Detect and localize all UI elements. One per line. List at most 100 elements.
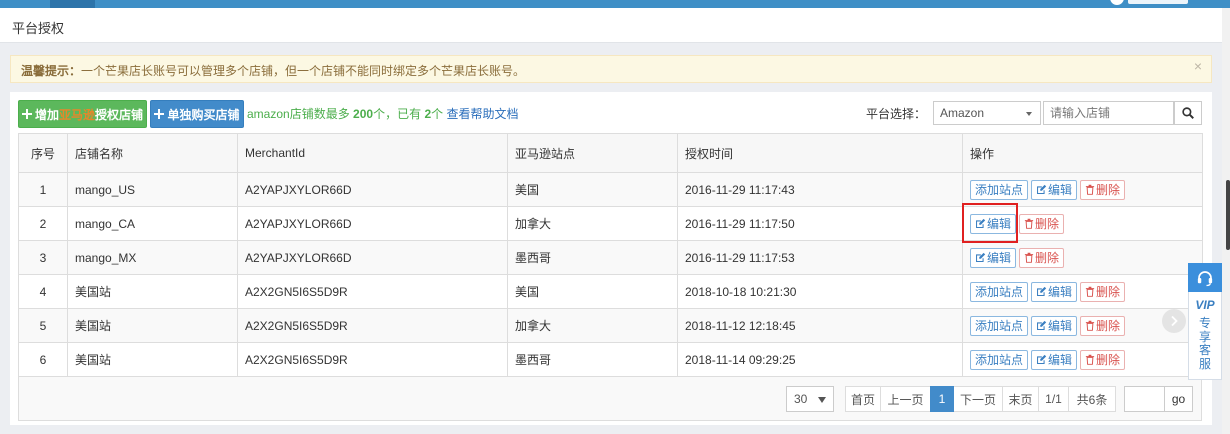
page-size-select[interactable]: 30 [786,386,834,412]
go-button[interactable]: go [1164,386,1193,412]
store-search-input[interactable] [1043,101,1174,125]
close-icon[interactable]: × [1194,58,1202,74]
first-page-button[interactable]: 首页 [845,386,881,412]
caret-down-icon [818,397,826,403]
cell-actions: 编辑 删除 [962,240,1203,275]
cell-store-name: mango_US [67,172,238,207]
platform-label: 平台选择： [866,107,927,121]
table-row: 6 美国站 A2X2GN5I6S5D9R 墨西哥 2018-11-14 09:2… [18,342,1203,377]
edit-button[interactable]: 编辑 [970,247,1017,268]
brand-logo-icon [1110,0,1124,5]
prev-page-button[interactable]: 上一页 [880,386,931,412]
cell-auth-time: 2016-11-29 11:17:50 [677,206,963,241]
page-1-button[interactable]: 1 [930,386,954,412]
cell-actions: 添加站点 编辑 删除 [962,342,1203,377]
help-doc-link[interactable]: 查看帮助文档 [446,107,518,121]
alert-label: 温馨提示： [21,64,82,78]
pagination: 首页 上一页 1 下一页 末页 1/1 共6条 [845,386,1116,412]
cell-actions: 编辑 删除 [962,206,1203,241]
cell-merchant-id: A2X2GN5I6S5D9R [237,274,508,309]
plus-icon [154,109,165,119]
cell-index: 3 [18,240,68,275]
page-title: 平台授权 [12,21,65,36]
trash-icon [1024,218,1034,229]
cell-site: 加拿大 [507,206,678,241]
delete-button[interactable]: 删除 [1080,179,1126,200]
cell-index: 4 [18,274,68,309]
trash-icon [1085,184,1095,195]
edit-button[interactable]: 编辑 [970,213,1017,234]
total-count: 共6条 [1068,386,1116,412]
service-header[interactable] [1188,263,1222,292]
cell-site: 美国 [507,274,678,309]
edit-button[interactable]: 编辑 [1031,315,1078,336]
last-page-button[interactable]: 末页 [1002,386,1039,412]
alert-text: 一个芒果店长账号可以管理多个店铺，但一个店铺不能同时绑定多个芒果店长账号。 [81,64,526,78]
table-row: 4 美国站 A2X2GN5I6S5D9R 美国 2018-10-18 10:21… [18,274,1203,309]
cell-actions: 添加站点 编辑 删除 [962,172,1203,207]
add-site-button[interactable]: 添加站点 [970,281,1029,302]
cell-merchant-id: A2YAPJXYLOR66D [237,240,508,275]
scrollbar-thumb[interactable] [1226,180,1230,250]
edit-button[interactable]: 编辑 [1031,281,1078,302]
edit-icon [1037,320,1047,330]
cell-merchant-id: A2X2GN5I6S5D9R [237,342,508,377]
store-table: 序号 店铺名称 MerchantId 亚马逊站点 授权时间 操作 1 mango… [18,133,1203,377]
delete-button[interactable]: 删除 [1019,247,1065,268]
delete-button[interactable]: 删除 [1019,213,1065,234]
edit-icon [1037,184,1047,194]
cell-auth-time: 2018-10-18 10:21:30 [677,274,963,309]
delete-button[interactable]: 删除 [1080,281,1126,302]
col-store-name: 店铺名称 [67,133,238,173]
next-page-button[interactable]: 下一页 [953,386,1003,412]
col-merchant-id: MerchantId [237,133,508,173]
buy-store-label: 单独购买店铺 [167,107,240,122]
next-arrow-button[interactable] [1162,309,1186,333]
cell-store-name: 美国站 [67,342,238,377]
caret-down-icon [1026,112,1032,116]
platform-selected-value: Amazon [940,106,985,120]
delete-button[interactable]: 删除 [1080,349,1126,370]
cell-auth-time: 2016-11-29 11:17:43 [677,172,963,207]
cell-store-name: 美国站 [67,274,238,309]
service-body[interactable]: VIP 专享客服 [1188,292,1222,380]
cell-index: 5 [18,308,68,343]
add-site-button[interactable]: 添加站点 [970,349,1029,370]
store-panel: 增加亚马逊授权店铺 单独购买店铺 amazon店铺数最多 200个，已有 2个 … [10,92,1212,425]
cell-store-name: mango_CA [67,206,238,241]
cell-merchant-id: A2X2GN5I6S5D9R [237,308,508,343]
cell-merchant-id: A2YAPJXYLOR66D [237,206,508,241]
edit-button[interactable]: 编辑 [1031,179,1078,200]
edit-button[interactable]: 编辑 [1031,349,1078,370]
search-button[interactable] [1174,101,1202,125]
breadcrumb: 平台授权 [0,8,1222,43]
cell-auth-time: 2018-11-12 12:18:45 [677,308,963,343]
goto-page-input[interactable] [1124,386,1165,412]
store-quota-info: amazon店铺数最多 200个，已有 2个 查看帮助文档 [247,107,519,121]
store-table-container: 序号 店铺名称 MerchantId 亚马逊站点 授权时间 操作 1 mango… [18,133,1203,421]
cell-store-name: 美国站 [67,308,238,343]
chevron-right-icon [1171,315,1178,327]
alert-message: 温馨提示：一个芒果店长账号可以管理多个店铺，但一个店铺不能同时绑定多个芒果店长账… [21,62,525,79]
add-amazon-store-button[interactable]: 增加亚马逊授权店铺 [18,100,147,128]
top-nav-bar [0,0,1230,8]
table-row: 2 mango_CA A2YAPJXYLOR66D 加拿大 2016-11-29… [18,206,1203,241]
table-row: 1 mango_US A2YAPJXYLOR66D 美国 2016-11-29 … [18,172,1203,207]
service-label: 专享客服 [1199,316,1212,371]
buy-store-button[interactable]: 单独购买店铺 [150,100,244,128]
col-actions: 操作 [962,133,1203,173]
add-site-button[interactable]: 添加站点 [970,315,1029,336]
trash-icon [1085,354,1095,365]
edit-icon [976,218,986,228]
nav-tab-active[interactable] [50,0,95,8]
brand-logo [1128,0,1188,4]
cell-site: 加拿大 [507,308,678,343]
vip-service-widget[interactable]: VIP 专享客服 [1188,263,1222,380]
trash-icon [1024,252,1034,263]
table-row: 3 mango_MX A2YAPJXYLOR66D 墨西哥 2016-11-29… [18,240,1203,275]
delete-button[interactable]: 删除 [1080,315,1126,336]
trash-icon [1085,286,1095,297]
platform-select[interactable]: Amazon [933,101,1041,125]
add-site-button[interactable]: 添加站点 [970,179,1029,200]
cell-index: 2 [18,206,68,241]
